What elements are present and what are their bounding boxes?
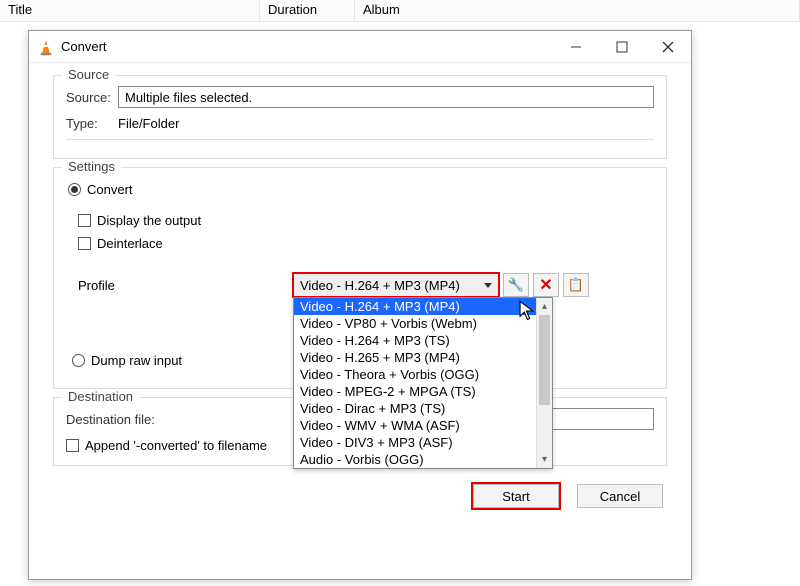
delete-icon: ✕	[539, 275, 552, 295]
scroll-thumb[interactable]	[539, 315, 550, 405]
source-input[interactable]	[118, 86, 654, 108]
profile-option[interactable]: Video - VP80 + Vorbis (Webm)	[294, 315, 536, 332]
column-album[interactable]: Album	[355, 0, 800, 21]
wrench-icon: 🔧	[508, 277, 524, 293]
destination-file-label: Destination file:	[66, 412, 155, 427]
profile-option[interactable]: Video - DIV3 + MP3 (ASF)	[294, 434, 536, 451]
convert-radio-label: Convert	[87, 182, 133, 197]
append-converted-label: Append '-converted' to filename	[85, 438, 267, 453]
dialog-buttons: Start Cancel	[53, 474, 667, 508]
profile-dropdown: Video - H.264 + MP3 (MP4) Video - VP80 +…	[293, 297, 553, 469]
profile-option[interactable]: Video - MPEG-2 + MPGA (TS)	[294, 383, 536, 400]
display-output-label: Display the output	[97, 213, 201, 228]
vlc-icon	[37, 38, 55, 56]
cancel-button[interactable]: Cancel	[577, 484, 663, 508]
type-value: File/Folder	[118, 116, 179, 131]
dropdown-scrollbar[interactable]: ▴ ▾	[536, 298, 552, 468]
start-button[interactable]: Start	[473, 484, 559, 508]
dump-raw-label: Dump raw input	[91, 353, 182, 368]
profile-label: Profile	[78, 278, 293, 293]
display-output-checkbox[interactable]: Display the output	[78, 213, 201, 228]
new-profile-icon: 📋	[568, 277, 584, 293]
profile-option[interactable]: Video - Theora + Vorbis (OGG)	[294, 366, 536, 383]
profile-option[interactable]: Video - H.264 + MP3 (TS)	[294, 332, 536, 349]
scroll-up-icon[interactable]: ▴	[537, 298, 552, 315]
destination-legend: Destination	[62, 389, 139, 404]
scroll-down-icon[interactable]: ▾	[537, 451, 552, 468]
background-columns-header: Title Duration Album	[0, 0, 800, 22]
profile-option[interactable]: Video - Dirac + MP3 (TS)	[294, 400, 536, 417]
new-profile-button[interactable]: 📋	[563, 273, 589, 297]
source-legend: Source	[62, 67, 115, 82]
deinterlace-checkbox[interactable]: Deinterlace	[78, 236, 163, 251]
close-button[interactable]	[645, 31, 691, 63]
source-label: Source:	[66, 90, 118, 105]
settings-group: Settings Convert Display the output Dein…	[53, 167, 667, 389]
type-label: Type:	[66, 116, 118, 131]
chevron-down-icon	[484, 283, 492, 288]
dialog-title: Convert	[61, 39, 553, 54]
convert-dialog: Convert Source Source: Type: File/Folder…	[28, 30, 692, 580]
maximize-button[interactable]	[599, 31, 645, 63]
profile-option[interactable]: Video - H.264 + MP3 (MP4)	[294, 298, 536, 315]
column-title[interactable]: Title	[0, 0, 260, 21]
dump-raw-radio[interactable]: Dump raw input	[72, 353, 182, 368]
titlebar[interactable]: Convert	[29, 31, 691, 63]
profile-combobox[interactable]: Video - H.264 + MP3 (MP4)	[293, 273, 499, 297]
deinterlace-label: Deinterlace	[97, 236, 163, 251]
edit-profile-button[interactable]: 🔧	[503, 273, 529, 297]
column-duration[interactable]: Duration	[260, 0, 355, 21]
settings-legend: Settings	[62, 159, 121, 174]
divider	[66, 139, 654, 140]
minimize-button[interactable]	[553, 31, 599, 63]
source-group: Source Source: Type: File/Folder	[53, 75, 667, 159]
profile-option[interactable]: Video - WMV + WMA (ASF)	[294, 417, 536, 434]
profile-option[interactable]: Audio - Vorbis (OGG)	[294, 451, 536, 468]
delete-profile-button[interactable]: ✕	[533, 273, 559, 297]
profile-dropdown-list[interactable]: Video - H.264 + MP3 (MP4) Video - VP80 +…	[294, 298, 536, 468]
profile-selected-text: Video - H.264 + MP3 (MP4)	[300, 278, 460, 293]
convert-radio[interactable]: Convert	[68, 182, 133, 197]
append-converted-checkbox[interactable]: Append '-converted' to filename	[66, 438, 267, 453]
profile-option[interactable]: Video - H.265 + MP3 (MP4)	[294, 349, 536, 366]
